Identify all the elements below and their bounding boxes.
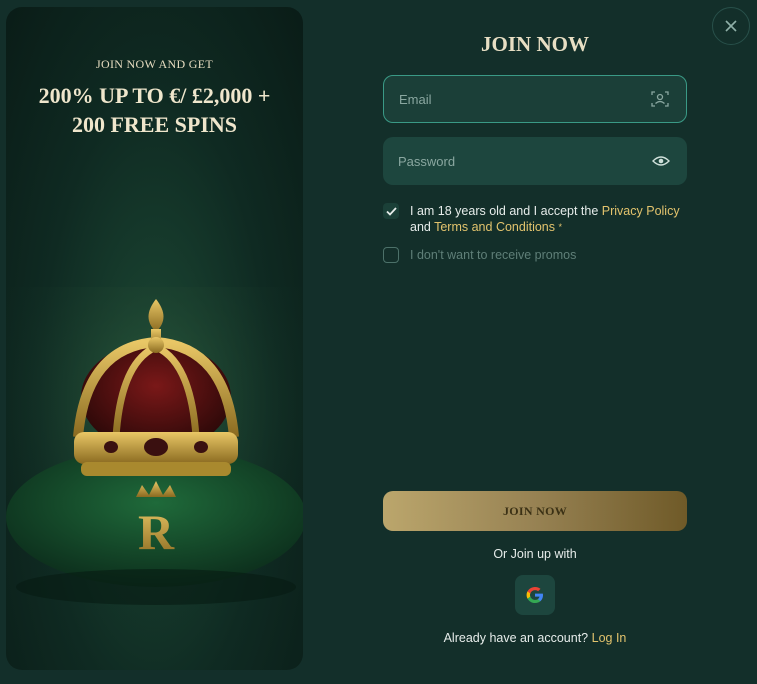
promos-checkbox[interactable] bbox=[383, 247, 399, 263]
privacy-policy-link[interactable]: Privacy Policy bbox=[602, 204, 680, 218]
password-field[interactable] bbox=[383, 137, 687, 185]
terms-text: I am 18 years old and I accept the Priva… bbox=[410, 203, 680, 235]
terms-and: and bbox=[410, 220, 435, 234]
promo-headline: 200% UP TO €/ £2,000 + 200 FREE SPINS bbox=[38, 83, 271, 137]
login-link[interactable]: Log In bbox=[592, 631, 627, 645]
form-title: JOIN NOW bbox=[481, 32, 589, 56]
crown-illustration: R bbox=[6, 287, 303, 670]
promos-optout-row: I don't want to receive promos bbox=[383, 247, 693, 263]
promo-panel: JOIN NOW AND GET 200% UP TO €/ £2,000 + … bbox=[6, 7, 303, 670]
password-input[interactable] bbox=[383, 153, 649, 169]
login-prompt-row: Already have an account? Log In bbox=[383, 631, 687, 645]
google-signup-button[interactable] bbox=[515, 575, 555, 615]
eye-icon[interactable] bbox=[649, 149, 673, 173]
join-now-button[interactable]: JOIN NOW bbox=[383, 491, 687, 531]
terms-consent-row: I am 18 years old and I accept the Priva… bbox=[383, 203, 693, 235]
terms-conditions-link[interactable]: Terms and Conditions bbox=[434, 220, 555, 234]
terms-checkbox[interactable] bbox=[383, 203, 399, 219]
close-button[interactable] bbox=[712, 7, 750, 45]
required-mark: * bbox=[558, 222, 563, 232]
contact-card-icon bbox=[648, 87, 672, 111]
promos-label: I don't want to receive promos bbox=[410, 248, 577, 262]
or-join-label: Or Join up with bbox=[493, 547, 577, 561]
google-icon bbox=[526, 587, 543, 603]
close-icon bbox=[725, 20, 737, 32]
email-field[interactable] bbox=[383, 75, 687, 123]
login-prompt: Already have an account? bbox=[443, 631, 589, 645]
checkmark-icon bbox=[385, 206, 397, 216]
logo-letter: R bbox=[138, 504, 175, 560]
terms-prefix: I am 18 years old and I accept the bbox=[410, 204, 602, 218]
email-input[interactable] bbox=[384, 91, 648, 107]
promo-kicker: JOIN NOW AND GET bbox=[96, 57, 213, 71]
